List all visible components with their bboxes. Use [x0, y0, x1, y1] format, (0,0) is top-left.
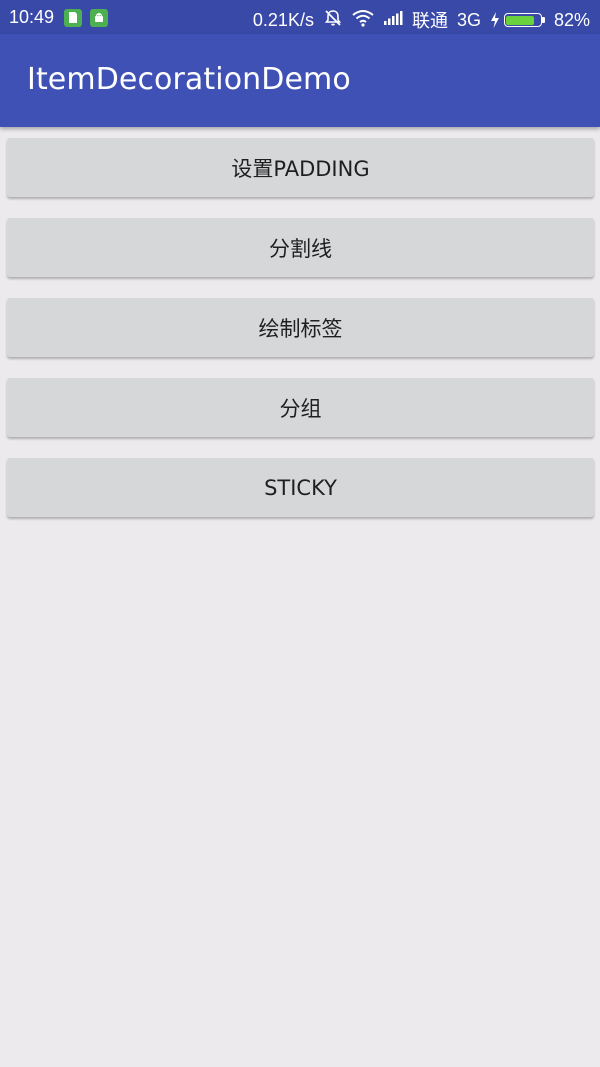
- app-bar: ItemDecorationDemo: [0, 34, 600, 127]
- battery-percent: 82%: [553, 9, 590, 30]
- draw-label-button[interactable]: 绘制标签: [7, 298, 594, 357]
- status-bar-left: 10:49: [9, 7, 116, 28]
- battery-fill: [506, 15, 534, 25]
- battery-tip: [541, 17, 545, 23]
- button-list: 设置PADDING 分割线 绘制标签 分组 STICKY: [7, 138, 594, 538]
- set-padding-button[interactable]: 设置PADDING: [7, 138, 594, 197]
- carrier-name: 联通: [411, 11, 448, 31]
- network-type: 3G: [456, 9, 481, 30]
- status-bar-right: 0.21K/s 联通 3G 82%: [253, 7, 590, 33]
- sticky-button[interactable]: STICKY: [7, 458, 594, 517]
- battery-icon: [490, 12, 545, 28]
- net-speed: 0.21K/s: [252, 9, 314, 30]
- app-title: ItemDecorationDemo: [27, 62, 351, 97]
- sim-card-icon: [64, 8, 83, 27]
- signal-icon: [383, 10, 403, 31]
- android-debug-icon: [90, 8, 109, 27]
- status-time: 10:49: [9, 7, 55, 27]
- battery-body: [503, 13, 542, 27]
- wifi-icon: [352, 9, 374, 32]
- status-bar: 10:49 0.21K/s 联通 3G 82%: [0, 0, 600, 34]
- group-button[interactable]: 分组: [7, 378, 594, 437]
- charging-icon: [490, 12, 499, 28]
- divider-button[interactable]: 分割线: [7, 218, 594, 277]
- mute-icon: [323, 8, 343, 33]
